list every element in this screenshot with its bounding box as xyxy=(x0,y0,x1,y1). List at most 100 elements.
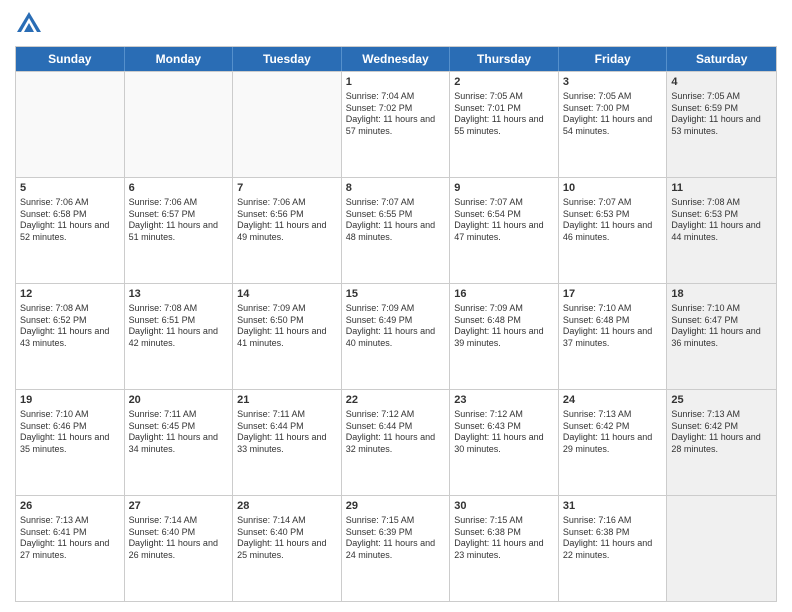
day-number: 1 xyxy=(346,75,446,90)
cal-cell: 22Sunrise: 7:12 AMSunset: 6:44 PMDayligh… xyxy=(342,390,451,495)
cal-cell: 20Sunrise: 7:11 AMSunset: 6:45 PMDayligh… xyxy=(125,390,234,495)
day-number: 6 xyxy=(129,181,229,196)
logo-icon xyxy=(15,10,43,38)
cell-info: Sunrise: 7:07 AMSunset: 6:55 PMDaylight:… xyxy=(346,197,446,244)
cell-info: Sunrise: 7:10 AMSunset: 6:46 PMDaylight:… xyxy=(20,409,120,456)
cal-cell: 9Sunrise: 7:07 AMSunset: 6:54 PMDaylight… xyxy=(450,178,559,283)
cal-cell: 1Sunrise: 7:04 AMSunset: 7:02 PMDaylight… xyxy=(342,72,451,177)
cal-cell xyxy=(233,72,342,177)
cal-cell: 18Sunrise: 7:10 AMSunset: 6:47 PMDayligh… xyxy=(667,284,776,389)
day-header-saturday: Saturday xyxy=(667,47,776,71)
cal-cell: 11Sunrise: 7:08 AMSunset: 6:53 PMDayligh… xyxy=(667,178,776,283)
day-header-monday: Monday xyxy=(125,47,234,71)
cell-info: Sunrise: 7:13 AMSunset: 6:42 PMDaylight:… xyxy=(563,409,663,456)
cell-info: Sunrise: 7:10 AMSunset: 6:48 PMDaylight:… xyxy=(563,303,663,350)
cell-info: Sunrise: 7:14 AMSunset: 6:40 PMDaylight:… xyxy=(129,515,229,562)
cell-info: Sunrise: 7:05 AMSunset: 7:01 PMDaylight:… xyxy=(454,91,554,138)
day-number: 26 xyxy=(20,499,120,514)
cal-cell: 31Sunrise: 7:16 AMSunset: 6:38 PMDayligh… xyxy=(559,496,668,601)
cell-info: Sunrise: 7:08 AMSunset: 6:51 PMDaylight:… xyxy=(129,303,229,350)
week-row-4: 19Sunrise: 7:10 AMSunset: 6:46 PMDayligh… xyxy=(16,389,776,495)
cal-cell: 8Sunrise: 7:07 AMSunset: 6:55 PMDaylight… xyxy=(342,178,451,283)
cell-info: Sunrise: 7:06 AMSunset: 6:58 PMDaylight:… xyxy=(20,197,120,244)
cell-info: Sunrise: 7:12 AMSunset: 6:44 PMDaylight:… xyxy=(346,409,446,456)
cell-info: Sunrise: 7:13 AMSunset: 6:42 PMDaylight:… xyxy=(671,409,772,456)
cell-info: Sunrise: 7:04 AMSunset: 7:02 PMDaylight:… xyxy=(346,91,446,138)
day-number: 4 xyxy=(671,75,772,90)
cal-cell: 25Sunrise: 7:13 AMSunset: 6:42 PMDayligh… xyxy=(667,390,776,495)
cell-info: Sunrise: 7:05 AMSunset: 7:00 PMDaylight:… xyxy=(563,91,663,138)
cell-info: Sunrise: 7:15 AMSunset: 6:39 PMDaylight:… xyxy=(346,515,446,562)
day-number: 12 xyxy=(20,287,120,302)
cell-info: Sunrise: 7:07 AMSunset: 6:54 PMDaylight:… xyxy=(454,197,554,244)
day-number: 9 xyxy=(454,181,554,196)
cell-info: Sunrise: 7:09 AMSunset: 6:49 PMDaylight:… xyxy=(346,303,446,350)
week-row-5: 26Sunrise: 7:13 AMSunset: 6:41 PMDayligh… xyxy=(16,495,776,601)
day-number: 8 xyxy=(346,181,446,196)
cal-cell xyxy=(16,72,125,177)
cell-info: Sunrise: 7:15 AMSunset: 6:38 PMDaylight:… xyxy=(454,515,554,562)
day-number: 30 xyxy=(454,499,554,514)
cell-info: Sunrise: 7:12 AMSunset: 6:43 PMDaylight:… xyxy=(454,409,554,456)
day-number: 10 xyxy=(563,181,663,196)
cell-info: Sunrise: 7:10 AMSunset: 6:47 PMDaylight:… xyxy=(671,303,772,350)
day-number: 13 xyxy=(129,287,229,302)
day-number: 22 xyxy=(346,393,446,408)
day-header-tuesday: Tuesday xyxy=(233,47,342,71)
header xyxy=(15,10,777,38)
cell-info: Sunrise: 7:08 AMSunset: 6:52 PMDaylight:… xyxy=(20,303,120,350)
cell-info: Sunrise: 7:07 AMSunset: 6:53 PMDaylight:… xyxy=(563,197,663,244)
cal-cell: 26Sunrise: 7:13 AMSunset: 6:41 PMDayligh… xyxy=(16,496,125,601)
day-number: 7 xyxy=(237,181,337,196)
cal-cell: 27Sunrise: 7:14 AMSunset: 6:40 PMDayligh… xyxy=(125,496,234,601)
cal-cell: 23Sunrise: 7:12 AMSunset: 6:43 PMDayligh… xyxy=(450,390,559,495)
cell-info: Sunrise: 7:14 AMSunset: 6:40 PMDaylight:… xyxy=(237,515,337,562)
cal-cell: 10Sunrise: 7:07 AMSunset: 6:53 PMDayligh… xyxy=(559,178,668,283)
page: SundayMondayTuesdayWednesdayThursdayFrid… xyxy=(0,0,792,612)
day-number: 2 xyxy=(454,75,554,90)
cell-info: Sunrise: 7:05 AMSunset: 6:59 PMDaylight:… xyxy=(671,91,772,138)
day-header-sunday: Sunday xyxy=(16,47,125,71)
cal-cell: 19Sunrise: 7:10 AMSunset: 6:46 PMDayligh… xyxy=(16,390,125,495)
cal-cell xyxy=(667,496,776,601)
day-number: 28 xyxy=(237,499,337,514)
day-header-wednesday: Wednesday xyxy=(342,47,451,71)
calendar-body: 1Sunrise: 7:04 AMSunset: 7:02 PMDaylight… xyxy=(16,71,776,601)
cal-cell: 2Sunrise: 7:05 AMSunset: 7:01 PMDaylight… xyxy=(450,72,559,177)
day-number: 29 xyxy=(346,499,446,514)
cal-cell: 6Sunrise: 7:06 AMSunset: 6:57 PMDaylight… xyxy=(125,178,234,283)
cal-cell: 24Sunrise: 7:13 AMSunset: 6:42 PMDayligh… xyxy=(559,390,668,495)
cell-info: Sunrise: 7:09 AMSunset: 6:48 PMDaylight:… xyxy=(454,303,554,350)
cal-cell: 14Sunrise: 7:09 AMSunset: 6:50 PMDayligh… xyxy=(233,284,342,389)
week-row-1: 1Sunrise: 7:04 AMSunset: 7:02 PMDaylight… xyxy=(16,71,776,177)
cal-cell xyxy=(125,72,234,177)
cal-cell: 3Sunrise: 7:05 AMSunset: 7:00 PMDaylight… xyxy=(559,72,668,177)
cal-cell: 13Sunrise: 7:08 AMSunset: 6:51 PMDayligh… xyxy=(125,284,234,389)
cell-info: Sunrise: 7:06 AMSunset: 6:57 PMDaylight:… xyxy=(129,197,229,244)
calendar-header: SundayMondayTuesdayWednesdayThursdayFrid… xyxy=(16,47,776,71)
week-row-3: 12Sunrise: 7:08 AMSunset: 6:52 PMDayligh… xyxy=(16,283,776,389)
day-header-friday: Friday xyxy=(559,47,668,71)
cell-info: Sunrise: 7:06 AMSunset: 6:56 PMDaylight:… xyxy=(237,197,337,244)
day-number: 15 xyxy=(346,287,446,302)
day-number: 24 xyxy=(563,393,663,408)
day-number: 27 xyxy=(129,499,229,514)
cal-cell: 29Sunrise: 7:15 AMSunset: 6:39 PMDayligh… xyxy=(342,496,451,601)
cal-cell: 12Sunrise: 7:08 AMSunset: 6:52 PMDayligh… xyxy=(16,284,125,389)
cal-cell: 5Sunrise: 7:06 AMSunset: 6:58 PMDaylight… xyxy=(16,178,125,283)
cell-info: Sunrise: 7:11 AMSunset: 6:45 PMDaylight:… xyxy=(129,409,229,456)
day-number: 20 xyxy=(129,393,229,408)
cal-cell: 28Sunrise: 7:14 AMSunset: 6:40 PMDayligh… xyxy=(233,496,342,601)
day-number: 18 xyxy=(671,287,772,302)
cal-cell: 17Sunrise: 7:10 AMSunset: 6:48 PMDayligh… xyxy=(559,284,668,389)
cal-cell: 4Sunrise: 7:05 AMSunset: 6:59 PMDaylight… xyxy=(667,72,776,177)
cell-info: Sunrise: 7:11 AMSunset: 6:44 PMDaylight:… xyxy=(237,409,337,456)
calendar: SundayMondayTuesdayWednesdayThursdayFrid… xyxy=(15,46,777,602)
cal-cell: 16Sunrise: 7:09 AMSunset: 6:48 PMDayligh… xyxy=(450,284,559,389)
cell-info: Sunrise: 7:08 AMSunset: 6:53 PMDaylight:… xyxy=(671,197,772,244)
day-number: 25 xyxy=(671,393,772,408)
week-row-2: 5Sunrise: 7:06 AMSunset: 6:58 PMDaylight… xyxy=(16,177,776,283)
cal-cell: 21Sunrise: 7:11 AMSunset: 6:44 PMDayligh… xyxy=(233,390,342,495)
day-number: 14 xyxy=(237,287,337,302)
cell-info: Sunrise: 7:13 AMSunset: 6:41 PMDaylight:… xyxy=(20,515,120,562)
